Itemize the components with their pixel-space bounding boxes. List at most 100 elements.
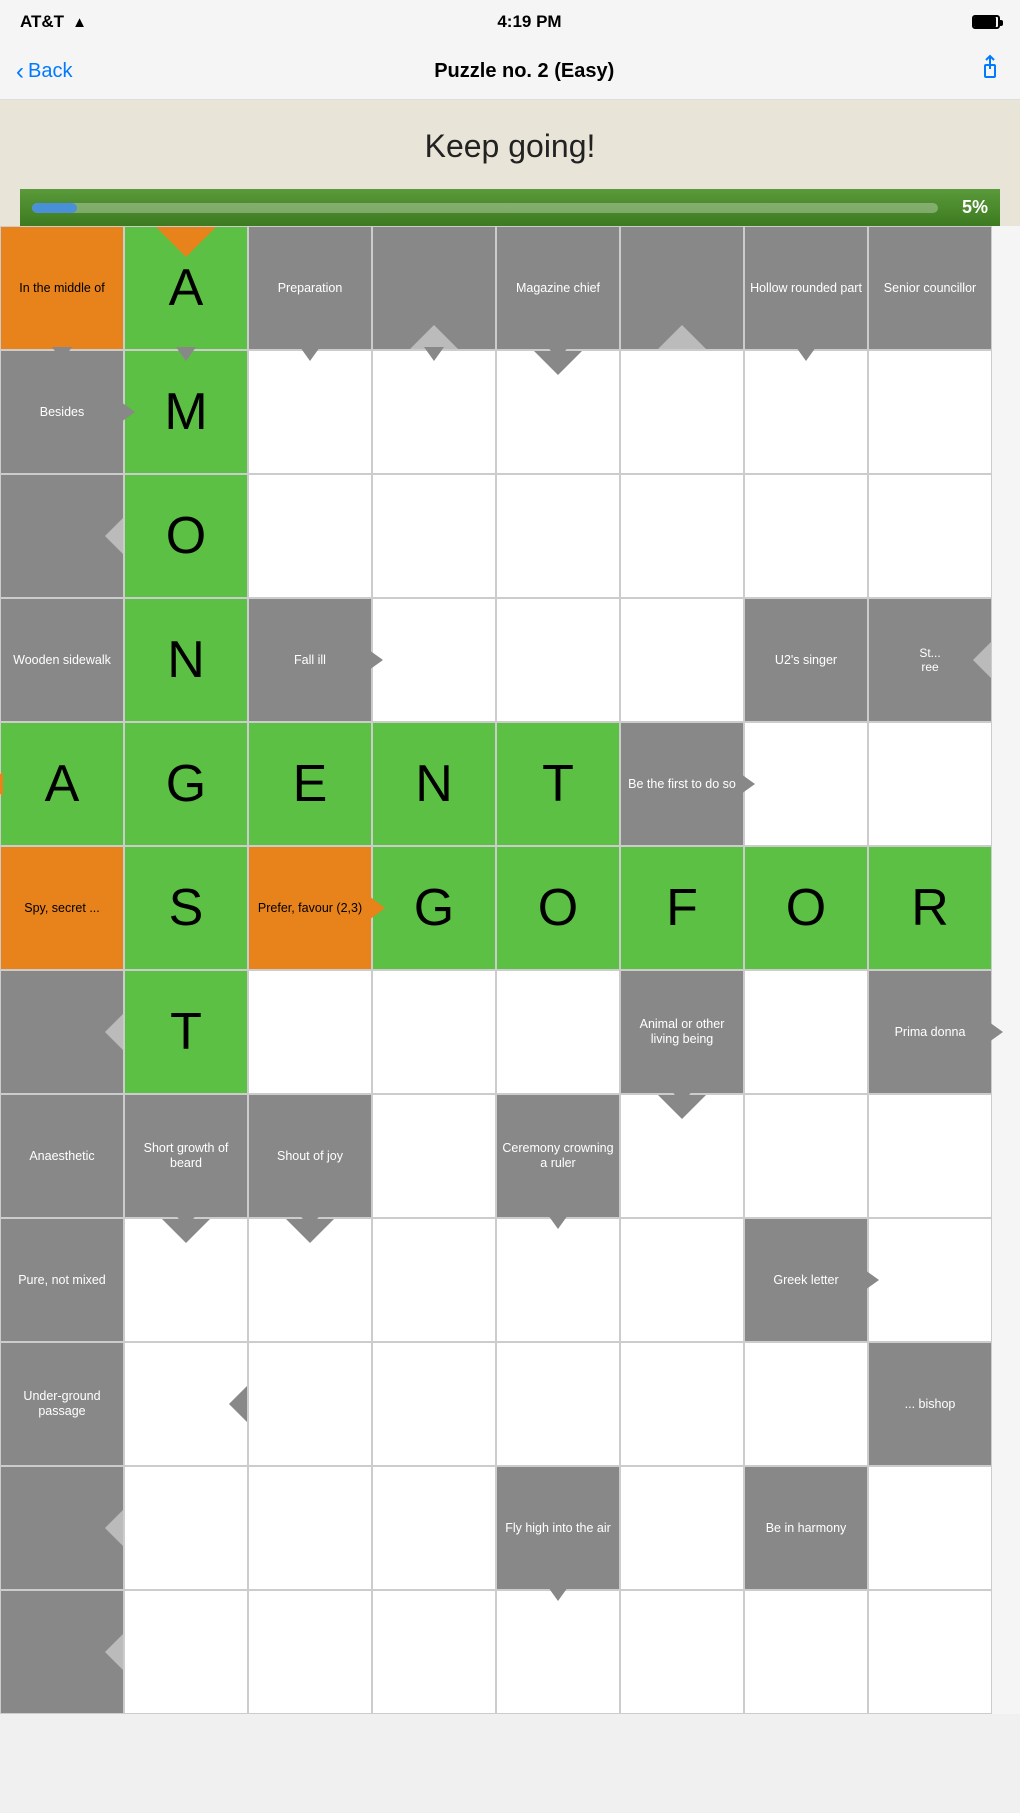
cell-r4c3[interactable]: N (372, 722, 496, 846)
cell-r8c6[interactable]: Greek letter (744, 1218, 868, 1342)
cell-r6c6[interactable] (744, 970, 868, 1094)
cell-r5c2[interactable]: Prefer, favour (2,3) (248, 846, 372, 970)
cell-r11c2[interactable] (248, 1590, 372, 1714)
share-button[interactable] (976, 54, 1004, 89)
cell-r9c0[interactable]: Under-ground passage (0, 1342, 124, 1466)
cell-r11c0[interactable] (0, 1590, 124, 1714)
cell-r9c1[interactable] (124, 1342, 248, 1466)
cell-r3c6[interactable]: U2's singer (744, 598, 868, 722)
cell-r4c1[interactable]: G (124, 722, 248, 846)
cell-r2c6[interactable] (744, 474, 868, 598)
cell-r11c1[interactable] (124, 1590, 248, 1714)
cell-r3c3[interactable] (372, 598, 496, 722)
cell-r5c0[interactable]: Spy, secret ... (0, 846, 124, 970)
cell-r7c0[interactable]: Anaesthetic (0, 1094, 124, 1218)
cell-r1c0[interactable]: Besides (0, 350, 124, 474)
cell-r5c5[interactable]: F (620, 846, 744, 970)
cell-r0c0[interactable]: In the middle of (0, 226, 124, 350)
cell-r8c0[interactable]: Pure, not mixed (0, 1218, 124, 1342)
cell-r8c7[interactable] (868, 1218, 992, 1342)
cell-r7c7[interactable] (868, 1094, 992, 1218)
cell-r6c5[interactable]: Animal or other living being (620, 970, 744, 1094)
cell-r0c4[interactable]: Magazine chief (496, 226, 620, 350)
back-button[interactable]: ‹ Back (16, 58, 72, 86)
cell-r3c7[interactable]: St...ree (868, 598, 992, 722)
cell-r6c2[interactable] (248, 970, 372, 1094)
cell-r8c3[interactable] (372, 1218, 496, 1342)
cell-r4c6[interactable] (744, 722, 868, 846)
cell-r2c2[interactable] (248, 474, 372, 598)
cell-r3c2[interactable]: Fall ill (248, 598, 372, 722)
cell-r10c4[interactable]: Fly high into the air (496, 1466, 620, 1590)
cell-r11c3[interactable] (372, 1590, 496, 1714)
cell-r3c5[interactable] (620, 598, 744, 722)
cell-r0c5[interactable] (620, 226, 744, 350)
cell-r9c2[interactable] (248, 1342, 372, 1466)
cell-r2c5[interactable] (620, 474, 744, 598)
cell-r10c1[interactable] (124, 1466, 248, 1590)
cell-r4c7[interactable] (868, 722, 992, 846)
cell-r8c5[interactable] (620, 1218, 744, 1342)
cell-r1c2[interactable] (248, 350, 372, 474)
cell-r3c4[interactable] (496, 598, 620, 722)
cell-r4c2[interactable]: E (248, 722, 372, 846)
cell-r10c0[interactable] (0, 1466, 124, 1590)
cell-r0c7[interactable]: Senior councillor (868, 226, 992, 350)
cell-r6c0[interactable] (0, 970, 124, 1094)
cell-r2c4[interactable] (496, 474, 620, 598)
cell-r9c4[interactable] (496, 1342, 620, 1466)
cell-r7c5[interactable] (620, 1094, 744, 1218)
cell-r3c1[interactable]: N (124, 598, 248, 722)
cell-r10c7[interactable] (868, 1466, 992, 1590)
cell-r8c4[interactable] (496, 1218, 620, 1342)
cell-r9c5[interactable] (620, 1342, 744, 1466)
cell-r11c5[interactable] (620, 1590, 744, 1714)
cell-r1c5[interactable] (620, 350, 744, 474)
cell-r4c4[interactable]: T (496, 722, 620, 846)
cell-r10c3[interactable] (372, 1466, 496, 1590)
cell-r5c1[interactable]: S (124, 846, 248, 970)
cell-r10c2[interactable] (248, 1466, 372, 1590)
cell-r7c3[interactable] (372, 1094, 496, 1218)
cell-r7c4[interactable]: Ceremony crowning a ruler (496, 1094, 620, 1218)
cell-r3c0[interactable]: Wooden sidewalk (0, 598, 124, 722)
cell-r4c5[interactable]: Be the first to do so (620, 722, 744, 846)
cell-r0c3[interactable] (372, 226, 496, 350)
cell-r1c1[interactable]: M (124, 350, 248, 474)
cell-r6c4[interactable] (496, 970, 620, 1094)
cell-r10c6[interactable]: Be in harmony (744, 1466, 868, 1590)
cell-r1c3[interactable] (372, 350, 496, 474)
cell-r9c7[interactable]: ... bishop (868, 1342, 992, 1466)
cell-r7c1[interactable]: Short growth of beard (124, 1094, 248, 1218)
cell-r4c0[interactable]: A (0, 722, 124, 846)
cell-r0c2[interactable]: Preparation (248, 226, 372, 350)
cell-r7c2[interactable]: Shout of joy (248, 1094, 372, 1218)
cell-r1c7[interactable] (868, 350, 992, 474)
cell-r2c0[interactable] (0, 474, 124, 598)
cell-r6c7[interactable]: Prima donna (868, 970, 992, 1094)
cell-r1c4[interactable] (496, 350, 620, 474)
cell-r5c6[interactable]: O (744, 846, 868, 970)
cell-r0c1[interactable]: A (124, 226, 248, 350)
letter-r4c1: G (166, 753, 206, 815)
cell-r9c6[interactable] (744, 1342, 868, 1466)
cell-r5c7[interactable]: R (868, 846, 992, 970)
cell-r5c4[interactable]: O (496, 846, 620, 970)
cell-r9c3[interactable] (372, 1342, 496, 1466)
letter-r5c1: S (169, 877, 204, 939)
cell-r10c5[interactable] (620, 1466, 744, 1590)
cell-r8c1[interactable] (124, 1218, 248, 1342)
cell-r0c6[interactable]: Hollow rounded part (744, 226, 868, 350)
cell-r5c3[interactable]: G (372, 846, 496, 970)
cell-r11c7[interactable] (868, 1590, 992, 1714)
cell-r6c1[interactable]: T (124, 970, 248, 1094)
cell-r2c7[interactable] (868, 474, 992, 598)
cell-r11c4[interactable] (496, 1590, 620, 1714)
cell-r7c6[interactable] (744, 1094, 868, 1218)
cell-r11c6[interactable] (744, 1590, 868, 1714)
cell-r2c3[interactable] (372, 474, 496, 598)
cell-r2c1[interactable]: O (124, 474, 248, 598)
cell-r6c3[interactable] (372, 970, 496, 1094)
cell-r8c2[interactable] (248, 1218, 372, 1342)
cell-r1c6[interactable] (744, 350, 868, 474)
